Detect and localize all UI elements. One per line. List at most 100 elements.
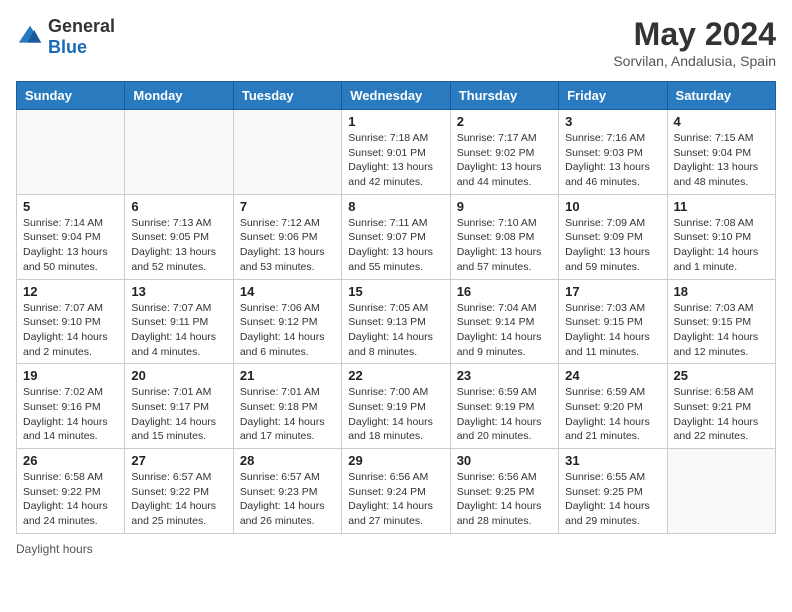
day-info: Sunrise: 7:03 AM Sunset: 9:15 PM Dayligh… xyxy=(565,301,660,360)
day-info: Sunrise: 7:02 AM Sunset: 9:16 PM Dayligh… xyxy=(23,385,118,444)
subtitle: Sorvilan, Andalusia, Spain xyxy=(613,53,776,69)
day-info: Sunrise: 6:56 AM Sunset: 9:24 PM Dayligh… xyxy=(348,470,443,529)
day-info: Sunrise: 7:09 AM Sunset: 9:09 PM Dayligh… xyxy=(565,216,660,275)
day-number: 19 xyxy=(23,368,118,383)
day-number: 29 xyxy=(348,453,443,468)
calendar-cell-w4-d3: 21 Sunrise: 7:01 AM Sunset: 9:18 PM Dayli… xyxy=(233,364,341,449)
page-container: General Blue May 2024 Sorvilan, Andalusi… xyxy=(16,16,776,556)
day-number: 27 xyxy=(131,453,226,468)
calendar-cell-w3-d6: 17Sunrise: 7:03 AM Sunset: 9:15 PM Dayli… xyxy=(559,279,667,364)
calendar-cell-w4-d4: 22Sunrise: 7:00 AM Sunset: 9:19 PM Dayli… xyxy=(342,364,450,449)
calendar-cell-w3-d1: 12Sunrise: 7:07 AM Sunset: 9:10 PM Dayli… xyxy=(17,279,125,364)
day-info: Sunrise: 6:57 AM Sunset: 9:23 PM Dayligh… xyxy=(240,470,335,529)
logo-icon xyxy=(16,23,44,51)
calendar-cell-w5-d3: 28 Sunrise: 6:57 AM Sunset: 9:23 PM Dayli… xyxy=(233,449,341,534)
day-number: 12 xyxy=(23,284,118,299)
day-info: Sunrise: 7:13 AM Sunset: 9:05 PM Dayligh… xyxy=(131,216,226,275)
day-info: Sunrise: 7:17 AM Sunset: 9:02 PM Dayligh… xyxy=(457,131,552,190)
calendar-cell-w5-d4: 29 Sunrise: 6:56 AM Sunset: 9:24 PM Dayli… xyxy=(342,449,450,534)
header-friday: Friday xyxy=(559,82,667,110)
day-info: Sunrise: 7:16 AM Sunset: 9:03 PM Dayligh… xyxy=(565,131,660,190)
day-info: Sunrise: 6:57 AM Sunset: 9:22 PM Dayligh… xyxy=(131,470,226,529)
header-thursday: Thursday xyxy=(450,82,558,110)
calendar-cell-w2-d4: 8 Sunrise: 7:11 AM Sunset: 9:07 PM Daylig… xyxy=(342,194,450,279)
calendar-cell-w4-d2: 20 Sunrise: 7:01 AM Sunset: 9:17 PM Dayli… xyxy=(125,364,233,449)
header-sunday: Sunday xyxy=(17,82,125,110)
day-number: 9 xyxy=(457,199,552,214)
logo-general: General xyxy=(48,16,115,36)
calendar-cell-w3-d3: 14Sunrise: 7:06 AM Sunset: 9:12 PM Dayli… xyxy=(233,279,341,364)
header-tuesday: Tuesday xyxy=(233,82,341,110)
logo-text: General Blue xyxy=(48,16,115,58)
day-info: Sunrise: 7:11 AM Sunset: 9:07 PM Dayligh… xyxy=(348,216,443,275)
day-info: Sunrise: 7:01 AM Sunset: 9:18 PM Dayligh… xyxy=(240,385,335,444)
day-info: Sunrise: 7:04 AM Sunset: 9:14 PM Dayligh… xyxy=(457,301,552,360)
calendar-cell-w1-d5: 2Sunrise: 7:17 AM Sunset: 9:02 PM Daylig… xyxy=(450,110,558,195)
calendar-cell-w1-d2 xyxy=(125,110,233,195)
day-info: Sunrise: 6:56 AM Sunset: 9:25 PM Dayligh… xyxy=(457,470,552,529)
day-number: 20 xyxy=(131,368,226,383)
day-number: 1 xyxy=(348,114,443,129)
day-number: 24 xyxy=(565,368,660,383)
day-number: 25 xyxy=(674,368,769,383)
calendar-cell-w5-d6: 31Sunrise: 6:55 AM Sunset: 9:25 PM Dayli… xyxy=(559,449,667,534)
header-saturday: Saturday xyxy=(667,82,775,110)
day-number: 10 xyxy=(565,199,660,214)
calendar-cell-w4-d5: 23 Sunrise: 6:59 AM Sunset: 9:19 PM Dayli… xyxy=(450,364,558,449)
calendar-cell-w1-d6: 3 Sunrise: 7:16 AM Sunset: 9:03 PM Daylig… xyxy=(559,110,667,195)
day-number: 8 xyxy=(348,199,443,214)
day-info: Sunrise: 7:07 AM Sunset: 9:11 PM Dayligh… xyxy=(131,301,226,360)
calendar-cell-w3-d4: 15 Sunrise: 7:05 AM Sunset: 9:13 PM Dayli… xyxy=(342,279,450,364)
calendar-table: Sunday Monday Tuesday Wednesday Thursday… xyxy=(16,81,776,534)
day-number: 16 xyxy=(457,284,552,299)
calendar-cell-w1-d3 xyxy=(233,110,341,195)
calendar-cell-w5-d7 xyxy=(667,449,775,534)
day-number: 3 xyxy=(565,114,660,129)
calendar-cell-w5-d1: 26Sunrise: 6:58 AM Sunset: 9:22 PM Dayli… xyxy=(17,449,125,534)
day-info: Sunrise: 7:15 AM Sunset: 9:04 PM Dayligh… xyxy=(674,131,769,190)
day-number: 18 xyxy=(674,284,769,299)
day-info: Sunrise: 7:01 AM Sunset: 9:17 PM Dayligh… xyxy=(131,385,226,444)
calendar-cell-w2-d7: 11 Sunrise: 7:08 AM Sunset: 9:10 PM Dayli… xyxy=(667,194,775,279)
day-info: Sunrise: 7:14 AM Sunset: 9:04 PM Dayligh… xyxy=(23,216,118,275)
footer-note: Daylight hours xyxy=(16,542,776,556)
day-info: Sunrise: 7:08 AM Sunset: 9:10 PM Dayligh… xyxy=(674,216,769,275)
main-title: May 2024 xyxy=(613,16,776,53)
day-info: Sunrise: 6:59 AM Sunset: 9:20 PM Dayligh… xyxy=(565,385,660,444)
day-number: 13 xyxy=(131,284,226,299)
calendar-cell-w2-d6: 10 Sunrise: 7:09 AM Sunset: 9:09 PM Dayli… xyxy=(559,194,667,279)
calendar-cell-w3-d2: 13 Sunrise: 7:07 AM Sunset: 9:11 PM Dayli… xyxy=(125,279,233,364)
calendar-week-5: 26Sunrise: 6:58 AM Sunset: 9:22 PM Dayli… xyxy=(17,449,776,534)
calendar-cell-w4-d1: 19 Sunrise: 7:02 AM Sunset: 9:16 PM Dayli… xyxy=(17,364,125,449)
day-number: 26 xyxy=(23,453,118,468)
day-number: 22 xyxy=(348,368,443,383)
day-info: Sunrise: 7:10 AM Sunset: 9:08 PM Dayligh… xyxy=(457,216,552,275)
calendar-cell-w1-d4: 1 Sunrise: 7:18 AM Sunset: 9:01 PM Daylig… xyxy=(342,110,450,195)
calendar-cell-w2-d3: 7 Sunrise: 7:12 AM Sunset: 9:06 PM Daylig… xyxy=(233,194,341,279)
day-number: 30 xyxy=(457,453,552,468)
header-monday: Monday xyxy=(125,82,233,110)
calendar-cell-w4-d6: 24 Sunrise: 6:59 AM Sunset: 9:20 PM Dayli… xyxy=(559,364,667,449)
day-number: 14 xyxy=(240,284,335,299)
day-info: Sunrise: 7:12 AM Sunset: 9:06 PM Dayligh… xyxy=(240,216,335,275)
day-info: Sunrise: 6:58 AM Sunset: 9:21 PM Dayligh… xyxy=(674,385,769,444)
day-info: Sunrise: 7:03 AM Sunset: 9:15 PM Dayligh… xyxy=(674,301,769,360)
day-number: 23 xyxy=(457,368,552,383)
day-info: Sunrise: 6:59 AM Sunset: 9:19 PM Dayligh… xyxy=(457,385,552,444)
day-info: Sunrise: 7:18 AM Sunset: 9:01 PM Dayligh… xyxy=(348,131,443,190)
day-number: 21 xyxy=(240,368,335,383)
day-number: 4 xyxy=(674,114,769,129)
day-info: Sunrise: 6:55 AM Sunset: 9:25 PM Dayligh… xyxy=(565,470,660,529)
logo-blue: Blue xyxy=(48,37,87,57)
day-number: 15 xyxy=(348,284,443,299)
day-number: 28 xyxy=(240,453,335,468)
day-number: 11 xyxy=(674,199,769,214)
logo: General Blue xyxy=(16,16,115,58)
calendar-cell-w1-d1 xyxy=(17,110,125,195)
calendar-cell-w5-d5: 30 Sunrise: 6:56 AM Sunset: 9:25 PM Dayli… xyxy=(450,449,558,534)
day-info: Sunrise: 7:05 AM Sunset: 9:13 PM Dayligh… xyxy=(348,301,443,360)
calendar-cell-w2-d1: 5Sunrise: 7:14 AM Sunset: 9:04 PM Daylig… xyxy=(17,194,125,279)
calendar-cell-w1-d7: 4 Sunrise: 7:15 AM Sunset: 9:04 PM Daylig… xyxy=(667,110,775,195)
header: General Blue May 2024 Sorvilan, Andalusi… xyxy=(16,16,776,69)
day-number: 7 xyxy=(240,199,335,214)
